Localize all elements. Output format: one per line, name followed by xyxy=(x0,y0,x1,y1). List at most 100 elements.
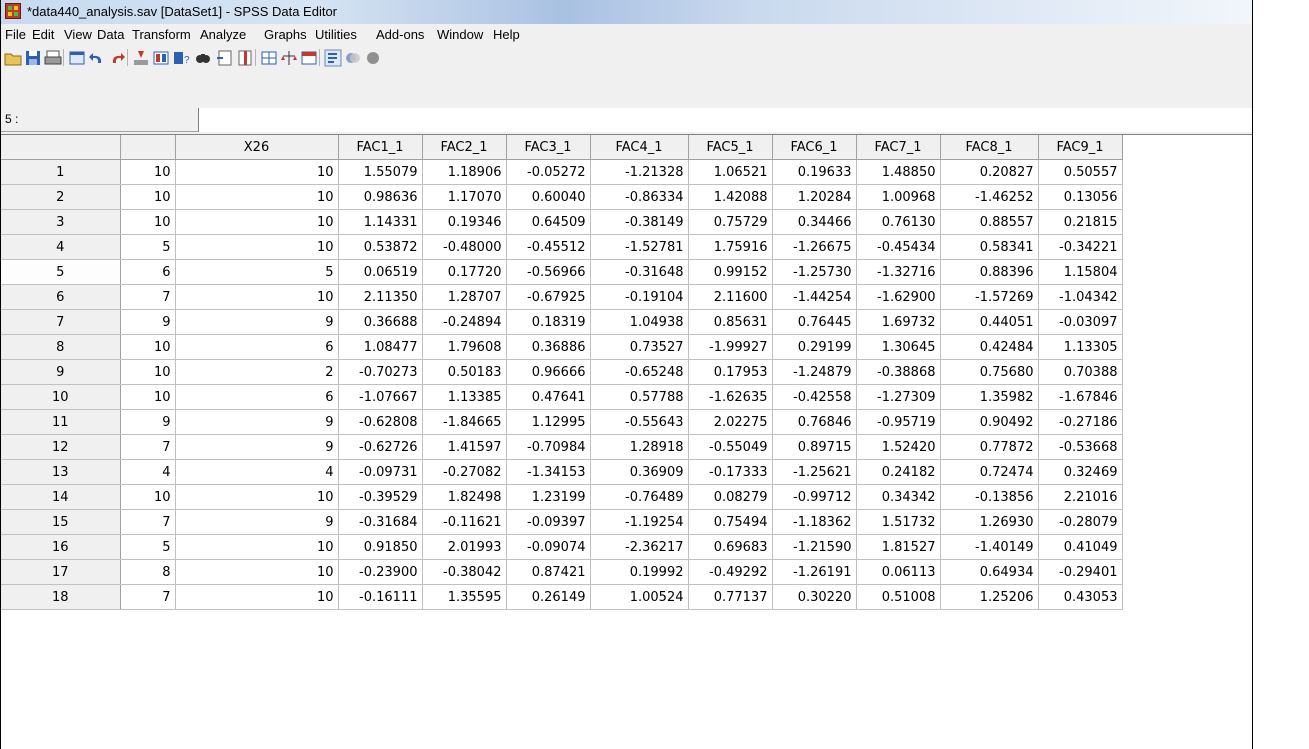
undo-icon[interactable] xyxy=(87,48,107,68)
data-cell[interactable]: -0.27082 xyxy=(422,459,507,485)
data-cell[interactable]: -0.31684 xyxy=(338,509,423,535)
data-cell[interactable]: 0.24182 xyxy=(856,459,941,485)
spss-app-icon[interactable] xyxy=(5,3,21,19)
data-cell[interactable]: -1.46252 xyxy=(940,184,1039,210)
open-file-icon[interactable] xyxy=(3,48,23,68)
data-cell[interactable]: 0.58341 xyxy=(940,234,1039,260)
column-header-fac4_1[interactable]: FAC4_1 xyxy=(590,135,689,160)
data-cell[interactable]: 0.17953 xyxy=(688,359,773,385)
data-cell[interactable]: 0.87421 xyxy=(506,559,591,585)
data-cell[interactable]: 0.47641 xyxy=(506,384,591,410)
data-cell[interactable]: -1.32716 xyxy=(856,259,941,285)
data-cell[interactable]: 1.42088 xyxy=(688,184,773,210)
column-header-fac2_1[interactable]: FAC2_1 xyxy=(422,135,507,160)
data-cell[interactable]: 0.18319 xyxy=(506,309,591,335)
data-cell[interactable]: -1.62900 xyxy=(856,284,941,310)
data-cell[interactable]: -1.62635 xyxy=(688,384,773,410)
data-cell[interactable]: 1.14331 xyxy=(338,209,423,235)
data-cell[interactable]: 0.70388 xyxy=(1038,359,1123,385)
menu-graphs[interactable]: Graphs xyxy=(264,27,307,42)
data-cell[interactable]: -0.42558 xyxy=(772,384,857,410)
title-bar[interactable]: *data440_analysis.sav [DataSet1] - SPSS … xyxy=(1,0,1252,24)
data-cell[interactable]: 0.30220 xyxy=(772,584,857,610)
data-cell[interactable]: -0.70984 xyxy=(506,434,591,460)
data-cell[interactable]: 7 xyxy=(120,284,176,310)
data-cell[interactable]: -1.34153 xyxy=(506,459,591,485)
row-header[interactable]: 7 xyxy=(1,309,121,335)
data-cell[interactable]: 7 xyxy=(120,509,176,535)
data-cell[interactable]: 1.20284 xyxy=(772,184,857,210)
redo-icon[interactable] xyxy=(107,48,127,68)
column-header-x26[interactable]: X26 xyxy=(175,135,339,160)
row-header[interactable]: 13 xyxy=(1,459,121,485)
data-cell[interactable]: 1.08477 xyxy=(338,334,423,360)
data-cell[interactable]: -0.19104 xyxy=(590,284,689,310)
data-cell[interactable]: -0.55643 xyxy=(590,409,689,435)
data-cell[interactable]: 0.99152 xyxy=(688,259,773,285)
data-cell[interactable]: 0.51008 xyxy=(856,584,941,610)
data-cell[interactable]: 0.77872 xyxy=(940,434,1039,460)
data-cell[interactable]: 1.06521 xyxy=(688,159,773,185)
data-cell[interactable]: -0.95719 xyxy=(856,409,941,435)
menu-transform[interactable]: Transform xyxy=(132,27,191,42)
data-cell[interactable]: 6 xyxy=(120,259,176,285)
data-cell[interactable]: 10 xyxy=(120,159,176,185)
data-cell[interactable]: 7 xyxy=(120,434,176,460)
data-cell[interactable]: -1.26191 xyxy=(772,559,857,585)
data-cell[interactable]: -1.24879 xyxy=(772,359,857,385)
data-cell[interactable]: 9 xyxy=(175,409,339,435)
data-cell[interactable]: 10 xyxy=(175,184,339,210)
variables-icon[interactable] xyxy=(151,48,171,68)
data-cell[interactable]: 1.79608 xyxy=(422,334,507,360)
goto-case-icon[interactable] xyxy=(131,48,151,68)
data-cell[interactable]: 1.23199 xyxy=(506,484,591,510)
data-cell[interactable]: -0.13856 xyxy=(940,484,1039,510)
data-cell[interactable]: 1.25206 xyxy=(940,584,1039,610)
menu-edit[interactable]: Edit xyxy=(32,27,54,42)
data-cell[interactable]: 10 xyxy=(175,559,339,585)
data-cell[interactable]: -0.16111 xyxy=(338,584,423,610)
row-header[interactable]: 17 xyxy=(1,559,121,585)
data-cell[interactable]: 0.64934 xyxy=(940,559,1039,585)
data-cell[interactable]: -0.48000 xyxy=(422,234,507,260)
data-cell[interactable]: -0.38149 xyxy=(590,209,689,235)
data-cell[interactable]: 1.00968 xyxy=(856,184,941,210)
data-cell[interactable]: -0.05272 xyxy=(506,159,591,185)
data-cell[interactable]: 0.89715 xyxy=(772,434,857,460)
data-cell[interactable]: -0.28079 xyxy=(1038,509,1123,535)
data-cell[interactable]: 0.19992 xyxy=(590,559,689,585)
row-header[interactable]: 14 xyxy=(1,484,121,510)
data-cell[interactable]: -0.38042 xyxy=(422,559,507,585)
data-cell[interactable]: -0.65248 xyxy=(590,359,689,385)
row-header[interactable]: 16 xyxy=(1,534,121,560)
data-cell[interactable]: 1.81527 xyxy=(856,534,941,560)
data-cell[interactable]: 1.13305 xyxy=(1038,334,1123,360)
data-cell[interactable]: 2.21016 xyxy=(1038,484,1123,510)
data-cell[interactable]: 0.29199 xyxy=(772,334,857,360)
data-cell[interactable]: -1.21590 xyxy=(772,534,857,560)
data-cell[interactable]: 10 xyxy=(120,334,176,360)
data-cell[interactable]: 0.19346 xyxy=(422,209,507,235)
data-cell[interactable]: 5 xyxy=(175,259,339,285)
data-cell[interactable]: 1.35595 xyxy=(422,584,507,610)
data-cell[interactable]: -0.86334 xyxy=(590,184,689,210)
data-cell[interactable]: 1.28918 xyxy=(590,434,689,460)
find-icon[interactable] xyxy=(193,48,213,68)
data-cell[interactable]: 1.48850 xyxy=(856,159,941,185)
row-header[interactable]: 1 xyxy=(1,159,121,185)
data-cell[interactable]: 1.04938 xyxy=(590,309,689,335)
data-cell[interactable]: 2.01993 xyxy=(422,534,507,560)
data-cell[interactable]: -0.45434 xyxy=(856,234,941,260)
data-cell[interactable]: 0.44051 xyxy=(940,309,1039,335)
data-cell[interactable]: 0.77137 xyxy=(688,584,773,610)
data-cell[interactable]: 6 xyxy=(175,334,339,360)
data-cell[interactable]: -0.62808 xyxy=(338,409,423,435)
dialog-recall-icon[interactable] xyxy=(67,48,87,68)
data-cell[interactable]: -1.84665 xyxy=(422,409,507,435)
data-cell[interactable]: -0.55049 xyxy=(688,434,773,460)
data-cell[interactable]: -1.21328 xyxy=(590,159,689,185)
data-cell[interactable]: -0.09074 xyxy=(506,534,591,560)
data-cell[interactable]: 10 xyxy=(175,484,339,510)
row-header[interactable]: 11 xyxy=(1,409,121,435)
data-cell[interactable]: -0.27186 xyxy=(1038,409,1123,435)
